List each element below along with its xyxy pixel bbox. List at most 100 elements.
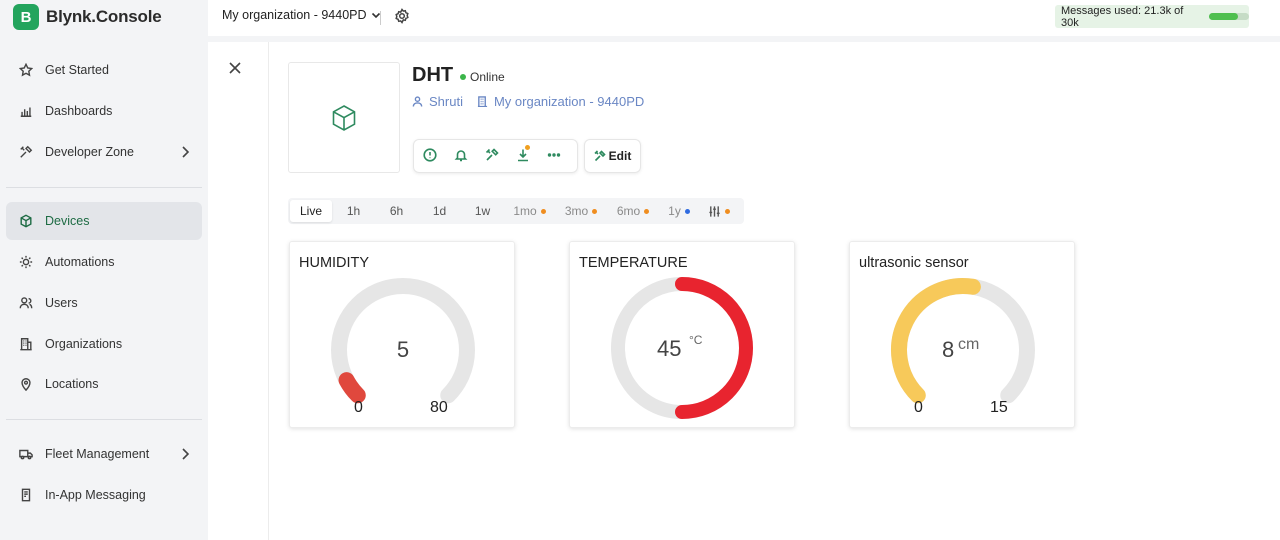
range-6h[interactable]: 6h [375, 200, 418, 222]
device-organization-link[interactable]: My organization - 9440PD [494, 94, 644, 109]
building-icon [18, 336, 34, 352]
sidebar-item-label: Fleet Management [45, 447, 150, 461]
range-1h[interactable]: 1h [332, 200, 375, 222]
pin-icon [18, 376, 34, 392]
gauge-widget-ultrasonic-sensor[interactable]: ultrasonic sensor 8 cm 0 15 [849, 241, 1075, 428]
star-icon [18, 62, 34, 78]
gear-icon[interactable] [394, 8, 410, 24]
gauge-unit: °C [689, 333, 703, 347]
device-name: DHT [412, 64, 454, 86]
device-meta: Shruti My organization - 9440PD [412, 94, 644, 109]
sidebar-item-organizations[interactable]: Organizations [6, 325, 202, 363]
notifications-button[interactable] [454, 148, 468, 164]
gauge-widget-humidity[interactable]: HUMIDITY 5 0 80 [289, 241, 515, 428]
truck-icon [18, 446, 34, 462]
range-1d[interactable]: 1d [418, 200, 461, 222]
range-label: Live [299, 204, 322, 218]
gauge-unit: cm [958, 336, 980, 353]
range-label: 1d [432, 204, 447, 218]
sidebar-item-in-app-messaging[interactable]: In-App Messaging [6, 476, 202, 514]
sidebar-item-developer-zone[interactable]: Developer Zone [6, 133, 202, 171]
premium-dot [540, 208, 546, 214]
custom-range-button[interactable] [699, 200, 739, 222]
brand-logo: B [13, 4, 39, 30]
update-badge [525, 145, 530, 150]
status-text: Online [470, 70, 505, 84]
range-label: 3mo [564, 204, 589, 218]
developer-tools-button[interactable] [485, 148, 499, 164]
edit-button[interactable]: Edit [584, 139, 641, 173]
top-bar: My organization - 9440PD Messages used: … [208, 0, 1280, 36]
sun-icon [18, 254, 34, 270]
sidebar-item-fleet-management[interactable]: Fleet Management [6, 435, 202, 473]
sidebar-item-label: Users [45, 296, 78, 310]
gauge-value: 8 [942, 337, 955, 362]
gauge-widget-temperature[interactable]: TEMPERATURE 45 °C [569, 241, 795, 428]
close-icon[interactable] [228, 61, 242, 75]
sidebar-item-users[interactable]: Users [6, 284, 202, 322]
info-button[interactable] [423, 148, 437, 164]
range-label: 1y [668, 204, 681, 218]
sidebar-item-automations[interactable]: Automations [6, 243, 202, 281]
range-label: 6mo [616, 204, 641, 218]
status-badge: Online [460, 70, 505, 84]
time-range-selector: Live 1h 6h 1d 1w 1mo 3mo 6mo 1y [288, 198, 744, 224]
brand-name: Blynk.Console [46, 7, 162, 26]
sidebar-item-label: Devices [45, 214, 90, 228]
sidebar-item-label: Locations [45, 377, 99, 391]
range-1y[interactable]: 1y [659, 200, 699, 222]
gauge-value: 45 [657, 336, 682, 361]
device-owner-link[interactable]: Shruti [429, 94, 463, 109]
edit-tools-icon [594, 150, 606, 162]
sidebar-item-locations[interactable]: Locations [6, 365, 202, 403]
premium-dot [592, 208, 598, 214]
user-icon [412, 96, 423, 107]
sidebar-item-label: Get Started [45, 63, 109, 77]
tools-icon [18, 144, 34, 160]
panel-border [268, 42, 269, 540]
range-1mo[interactable]: 1mo [504, 200, 555, 222]
messages-progress-fill [1209, 13, 1238, 20]
cube-icon [18, 213, 34, 229]
gauge-chart [611, 277, 753, 419]
download-button[interactable] [516, 145, 530, 164]
sidebar-item-label: Automations [45, 255, 115, 269]
premium-dot [684, 208, 690, 214]
premium-dot [725, 208, 730, 214]
gauge-fill [338, 372, 366, 404]
sidebar-item-label: In-App Messaging [45, 488, 146, 502]
messages-used-indicator[interactable]: Messages used: 21.3k of 30k [1055, 4, 1249, 29]
messages-used-text: Messages used: 21.3k of 30k [1061, 4, 1184, 29]
device-image[interactable] [288, 62, 400, 173]
range-live[interactable]: Live [290, 200, 332, 222]
chevron-right-icon [178, 447, 192, 461]
organization-select-label: My organization - 9440PD [222, 8, 367, 22]
gauge-max: 80 [430, 399, 448, 416]
sidebar-item-devices[interactable]: Devices [6, 202, 202, 240]
premium-dot [644, 208, 650, 214]
info-icon [423, 148, 437, 162]
range-6mo[interactable]: 6mo [607, 200, 659, 222]
topbar-separator [380, 11, 381, 25]
edit-label: Edit [608, 149, 632, 163]
download-icon [518, 149, 528, 162]
device-actions-toolbar [413, 139, 578, 173]
more-button[interactable] [547, 148, 561, 164]
gauge-fill [675, 277, 753, 419]
tools-icon [485, 148, 499, 161]
cube-icon [332, 104, 356, 131]
range-label: 1w [474, 204, 491, 218]
sidebar-item-dashboards[interactable]: Dashboards [6, 92, 202, 130]
organization-select[interactable]: My organization - 9440PD [222, 8, 381, 22]
brand[interactable]: B Blynk.Console [13, 4, 162, 30]
topbar-gap [208, 36, 1280, 42]
gauge-chart [331, 278, 475, 404]
messages-progress-bar [1209, 13, 1249, 20]
sidebar-item-label: Developer Zone [45, 145, 134, 159]
range-3mo[interactable]: 3mo [555, 200, 607, 222]
range-1w[interactable]: 1w [461, 200, 504, 222]
message-icon [18, 487, 34, 503]
more-icon [547, 153, 561, 157]
sidebar-item-get-started[interactable]: Get Started [6, 51, 202, 89]
sidebar: B Blynk.Console Get Started Dashboards D… [0, 0, 208, 540]
